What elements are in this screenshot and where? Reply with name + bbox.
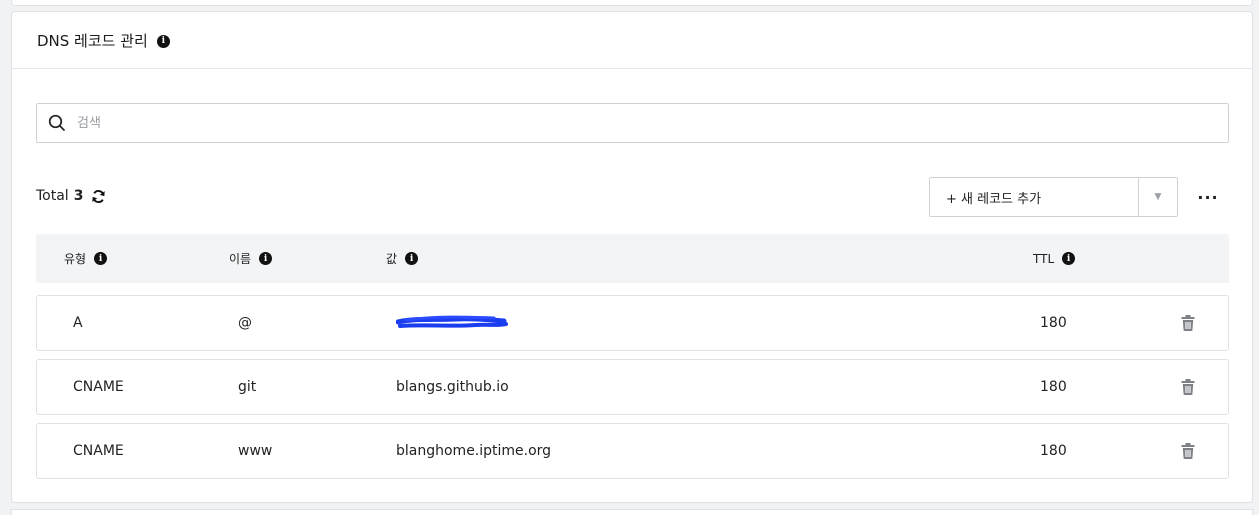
- card-header: DNS 레코드 관리 i: [12, 12, 1252, 69]
- search-input[interactable]: [77, 105, 1177, 141]
- total-count: 3: [73, 188, 84, 204]
- record-name: git: [238, 379, 257, 395]
- total-summary: Total 3: [36, 188, 106, 204]
- chevron-down-icon: ▼: [1154, 192, 1162, 202]
- table-row[interactable]: CNAME git blangs.github.io 180: [36, 359, 1229, 415]
- trash-icon[interactable]: [1181, 443, 1195, 459]
- more-icon: ···: [1197, 187, 1219, 207]
- info-icon[interactable]: i: [405, 252, 419, 265]
- redaction-mark: [396, 315, 508, 328]
- refresh-icon[interactable]: [91, 189, 106, 204]
- record-ttl: 180: [1040, 379, 1067, 395]
- column-header-label: 이름: [229, 252, 252, 266]
- column-header-label: 유형: [64, 252, 87, 266]
- record-value: blanghome.iptime.org: [396, 443, 552, 459]
- more-options-button[interactable]: ···: [1197, 186, 1219, 208]
- record-ttl: 180: [1040, 315, 1067, 331]
- previous-card-edge: [11, 0, 1253, 6]
- add-record-button[interactable]: + 새 레코드 추가: [930, 178, 1138, 216]
- record-type: CNAME: [73, 379, 124, 395]
- info-icon[interactable]: i: [1062, 252, 1076, 265]
- next-card-edge: [11, 509, 1253, 515]
- add-record-group: + 새 레코드 추가 ▼: [929, 177, 1178, 217]
- total-label: Total: [36, 188, 69, 204]
- table-header: 유형 i 이름 i 값 i TTL i: [36, 234, 1229, 283]
- table-row[interactable]: A @ 180: [36, 295, 1229, 351]
- dns-records-card: DNS 레코드 관리 i Total 3 + 새 레코드 추가 ▼ ···: [11, 11, 1253, 503]
- record-name: www: [238, 443, 273, 459]
- column-header-label: TTL: [1033, 251, 1055, 266]
- record-name: @: [238, 315, 252, 331]
- column-header-type: 유형 i: [64, 234, 108, 283]
- table-row[interactable]: CNAME www blanghome.iptime.org 180: [36, 423, 1229, 479]
- info-icon[interactable]: i: [259, 252, 273, 265]
- column-header-value: 값 i: [386, 234, 419, 283]
- search-icon: [37, 104, 77, 142]
- column-header-name: 이름 i: [229, 234, 273, 283]
- trash-icon[interactable]: [1181, 315, 1195, 331]
- add-record-dropdown-toggle[interactable]: ▼: [1138, 178, 1177, 216]
- card-title: DNS 레코드 관리: [37, 31, 148, 50]
- info-icon[interactable]: i: [94, 252, 108, 265]
- info-icon[interactable]: i: [156, 34, 170, 48]
- record-type: CNAME: [73, 443, 124, 459]
- record-type: A: [73, 315, 83, 331]
- record-value: blangs.github.io: [396, 379, 509, 395]
- search-box[interactable]: [36, 103, 1229, 143]
- trash-icon[interactable]: [1181, 379, 1195, 395]
- column-header-ttl: TTL i: [1033, 234, 1076, 283]
- record-ttl: 180: [1040, 443, 1067, 459]
- column-header-label: 값: [386, 252, 398, 266]
